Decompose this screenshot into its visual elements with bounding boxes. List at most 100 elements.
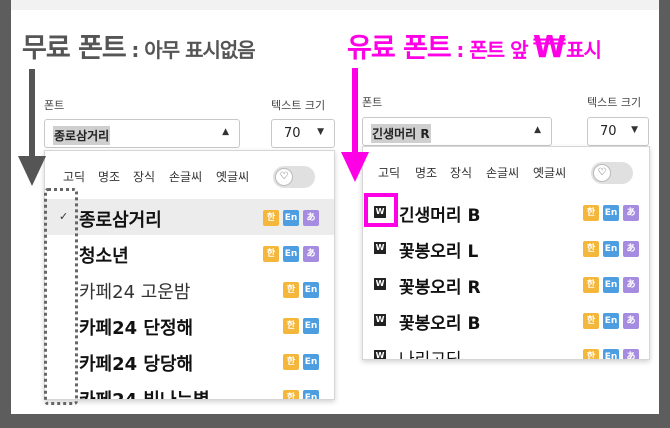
english-badge: En — [303, 354, 319, 370]
english-badge: En — [303, 282, 319, 298]
paid-won-icon: W — [374, 350, 386, 360]
text-size-value: 70 — [284, 126, 301, 141]
font-name: 카페24 단정해 — [79, 318, 194, 339]
font-name: 꽃봉오리 B — [399, 314, 481, 334]
tab-decorative[interactable]: 장식 — [133, 168, 155, 185]
font-list-item[interactable]: W 꽃봉오리 R 한 En あ — [363, 266, 649, 302]
caret-down-icon: ▼ — [317, 127, 324, 137]
font-select[interactable]: 긴생머리 R ▲ — [362, 117, 552, 146]
tab-gothic[interactable]: 고딕 — [378, 164, 400, 181]
font-list-item[interactable]: W 나리고딕 한 En あ — [363, 338, 649, 360]
frame-top — [0, 0, 670, 10]
korean-badge: 한 — [263, 246, 279, 262]
font-name: 카페24 당당해 — [79, 354, 194, 375]
paid-font-caption: 유료 폰트 : 폰트 앞 ₩표시 — [347, 26, 602, 65]
font-list-item[interactable]: W 긴생머리 B 한 En あ — [363, 194, 649, 230]
selected-font-value: 긴생머리 R — [371, 124, 431, 143]
korean-badge: 한 — [583, 241, 599, 257]
english-badge: En — [603, 241, 619, 257]
tab-handwriting[interactable]: 손글씨 — [486, 164, 519, 181]
font-list-item[interactable]: W 꽃봉오리 L 한 En あ — [363, 230, 649, 266]
english-badge: En — [603, 313, 619, 329]
free-caption-sub: : 아무 표시없음 — [131, 38, 255, 62]
tab-decorative[interactable]: 장식 — [450, 164, 472, 181]
heart-icon: ♡ — [593, 164, 611, 182]
english-badge: En — [283, 210, 299, 226]
no-mark-indicator — [44, 188, 78, 405]
favorite-toggle[interactable]: ♡ — [591, 162, 633, 184]
korean-badge: 한 — [583, 277, 599, 293]
tab-old-style[interactable]: 옛글씨 — [216, 168, 249, 185]
free-arrow-shaft — [29, 69, 35, 157]
font-label: 폰트 — [362, 96, 383, 109]
caret-up-icon: ▲ — [534, 125, 541, 135]
korean-badge: 한 — [283, 318, 299, 334]
tab-old-style[interactable]: 옛글씨 — [533, 164, 566, 181]
japanese-badge: あ — [623, 241, 639, 257]
arrow-down-icon — [18, 156, 46, 186]
text-size-label: 텍스트 크기 — [271, 99, 326, 112]
paid-arrow-shaft — [352, 68, 358, 153]
korean-badge: 한 — [283, 354, 299, 370]
korean-badge: 한 — [583, 313, 599, 329]
english-badge: En — [603, 277, 619, 293]
font-name: 꽃봉오리 R — [399, 278, 481, 298]
paid-won-icon: W — [374, 278, 386, 290]
japanese-badge: あ — [303, 246, 319, 262]
font-list-item[interactable]: 카페24 당당해 한 En — [45, 343, 334, 379]
paid-mark-highlight — [364, 193, 398, 227]
font-list-item[interactable]: 청소년 한 En あ — [45, 235, 334, 271]
font-list-item[interactable]: W 꽃봉오리 B 한 En あ — [363, 302, 649, 338]
favorite-toggle[interactable]: ♡ — [273, 166, 315, 188]
text-size-label: 텍스트 크기 — [587, 96, 642, 109]
font-dropdown-panel: 고딕 명조 장식 손글씨 옛글씨 ♡ ✓ 종로삼거리 한 En あ 청소년 한 … — [44, 150, 335, 400]
text-size-select[interactable]: 70 ▼ — [271, 119, 335, 148]
tab-myeongjo[interactable]: 명조 — [98, 168, 120, 185]
font-select[interactable]: 종로삼거리 ▲ — [44, 119, 240, 148]
font-list-item[interactable]: ✓ 종로삼거리 한 En あ — [45, 199, 334, 235]
korean-badge: 한 — [283, 390, 299, 399]
japanese-badge: あ — [623, 205, 639, 221]
korean-badge: 한 — [263, 210, 279, 226]
font-list-item[interactable]: 카페24 단정해 한 En — [45, 307, 334, 343]
paid-caption-main: 유료 폰트 — [347, 33, 452, 64]
arrow-down-icon — [341, 152, 369, 182]
english-badge: En — [603, 205, 619, 221]
font-list-item[interactable]: 카페24 빛나는별 한 En — [45, 379, 334, 399]
font-list-item[interactable]: 카페24 고운밤 한 En — [45, 271, 334, 307]
caret-up-icon: ▲ — [222, 127, 229, 137]
text-size-select[interactable]: 70 ▼ — [587, 117, 649, 146]
text-size-value: 70 — [600, 124, 617, 139]
free-caption-main: 무료 폰트 — [22, 33, 127, 64]
font-name: 종로삼거리 — [79, 210, 162, 231]
frame-bottom — [0, 414, 670, 428]
japanese-badge: あ — [623, 313, 639, 329]
tab-gothic[interactable]: 고딕 — [63, 168, 85, 185]
korean-badge: 한 — [583, 205, 599, 221]
font-name: 긴생머리 B — [399, 206, 481, 226]
selected-font-value: 종로삼거리 — [53, 126, 111, 145]
font-name: 꽃봉오리 L — [399, 242, 479, 262]
free-font-caption: 무료 폰트 : 아무 표시없음 — [22, 26, 256, 65]
paid-caption-tail: 표시 — [566, 38, 602, 62]
caret-down-icon: ▼ — [631, 125, 638, 135]
paid-won-icon: W — [374, 242, 386, 254]
font-name: 청소년 — [79, 246, 129, 267]
font-label: 폰트 — [44, 99, 65, 112]
english-badge: En — [603, 349, 619, 359]
heart-icon: ♡ — [275, 168, 293, 186]
korean-badge: 한 — [283, 282, 299, 298]
english-badge: En — [303, 318, 319, 334]
tab-handwriting[interactable]: 손글씨 — [169, 168, 202, 185]
tab-myeongjo[interactable]: 명조 — [415, 164, 437, 181]
korean-badge: 한 — [583, 349, 599, 359]
font-name: 나리고딕 — [399, 350, 462, 360]
font-name: 카페24 고운밤 — [79, 282, 191, 303]
paid-caption-sub: : 폰트 앞 — [456, 38, 528, 62]
won-icon: ₩ — [533, 30, 567, 65]
japanese-badge: あ — [303, 210, 319, 226]
english-badge: En — [303, 390, 319, 399]
japanese-badge: あ — [623, 277, 639, 293]
font-category-tabs: 고딕 명조 장식 손글씨 옛글씨 ♡ — [45, 151, 334, 199]
japanese-badge: あ — [623, 349, 639, 359]
